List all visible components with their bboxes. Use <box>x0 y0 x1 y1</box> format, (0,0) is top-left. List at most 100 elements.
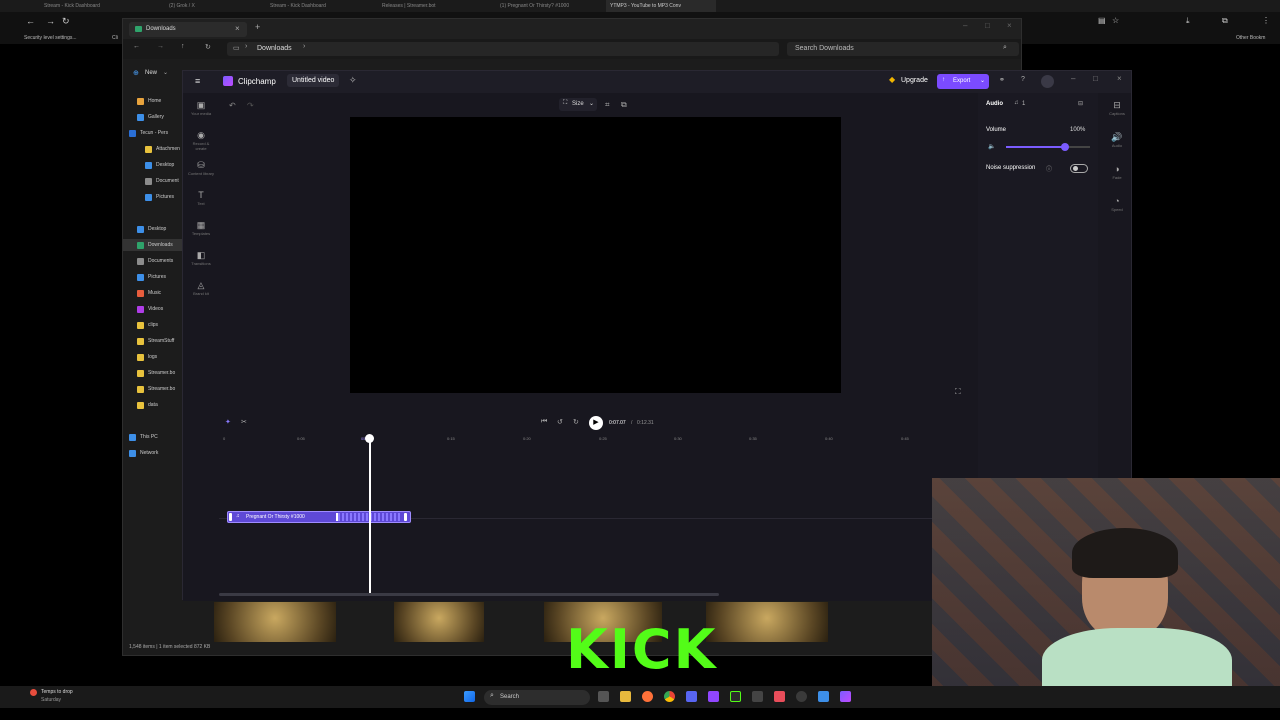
screenshot-icon[interactable]: ⧉ <box>621 100 627 110</box>
rail-item[interactable]: ⛁ Content library <box>187 159 215 187</box>
rail-item[interactable]: ▣ Your media <box>187 99 215 127</box>
firefox-icon[interactable] <box>642 691 653 702</box>
help-icon[interactable]: ? <box>1021 76 1025 83</box>
rail-item[interactable]: ◉ Record & create <box>187 129 215 157</box>
forward-icon[interactable]: → <box>46 16 55 26</box>
file-explorer-icon[interactable] <box>620 691 631 702</box>
bookmark-item[interactable]: Security level settings... <box>24 35 77 41</box>
property-rail-item[interactable]: ⊟ Captions <box>1103 99 1131 127</box>
chrome-icon[interactable] <box>664 691 675 702</box>
bookmark-star-icon[interactable]: ☆ <box>1112 16 1119 25</box>
forward-5s-icon[interactable]: ↻ <box>573 418 579 426</box>
volume-slider-handle[interactable] <box>1060 143 1069 151</box>
chevron-down-icon[interactable]: ⌄ <box>163 69 168 76</box>
split-icon[interactable]: ✂ <box>241 418 247 426</box>
rail-item[interactable]: T Text <box>187 189 215 217</box>
forward-icon[interactable]: → <box>157 43 164 50</box>
nav-item[interactable]: Streamer.bo <box>123 383 183 395</box>
close-tab-icon[interactable]: × <box>235 24 240 33</box>
nav-item[interactable]: clips <box>123 319 183 331</box>
skip-back-icon[interactable]: ⏮ <box>541 418 547 426</box>
nav-item[interactable]: Gallery <box>123 111 183 123</box>
nav-item[interactable]: Attachmen <box>123 143 183 155</box>
explorer-tab[interactable]: Downloads × <box>129 22 247 37</box>
timeline-scrollbar[interactable] <box>219 593 719 596</box>
crop-icon[interactable]: ⌗ <box>605 100 610 110</box>
nav-item[interactable]: Desktop <box>123 159 183 171</box>
speaker-icon[interactable]: 🔈 <box>988 143 995 150</box>
obs-icon[interactable] <box>796 691 807 702</box>
task-view-icon[interactable] <box>598 691 609 702</box>
noise-suppression-toggle[interactable] <box>1070 164 1088 173</box>
browser-tab[interactable]: Stream - Kick Dashboard <box>266 0 356 12</box>
info-icon[interactable]: ⓘ <box>1046 164 1052 173</box>
extension-puzzle-icon[interactable]: ⧉ <box>1222 16 1228 26</box>
browser-tab-active[interactable]: YTMP3 - YouTube to MP3 Conv <box>606 0 716 12</box>
rail-item[interactable]: ◧ Transitions <box>187 249 215 277</box>
magic-select-icon[interactable]: ✦ <box>225 418 231 426</box>
back-icon[interactable]: ← <box>133 43 140 50</box>
panel-collapse-icon[interactable]: ⊟ <box>1078 100 1083 107</box>
nav-item[interactable]: logs <box>123 351 183 363</box>
close-icon[interactable]: × <box>1007 21 1012 30</box>
start-icon[interactable] <box>464 691 475 702</box>
project-title-field[interactable]: Untitled video <box>287 74 340 87</box>
clip-trim-handle-left[interactable] <box>229 513 232 521</box>
browser-tab[interactable]: Stream - Kick Dashboard <box>40 0 128 12</box>
redo-icon[interactable]: ↷ <box>247 101 254 110</box>
nav-item[interactable]: Network <box>123 447 183 459</box>
nav-item[interactable]: Tecun - Pers <box>123 127 183 139</box>
browser-tab[interactable]: (1) Pregnant Or Thirsty? #1000 <box>496 0 596 12</box>
volume-slider[interactable] <box>1006 143 1090 151</box>
rail-item[interactable]: ▦ Templates <box>187 219 215 247</box>
refresh-icon[interactable]: ↻ <box>205 43 211 51</box>
menu-icon[interactable]: ⋮ <box>1262 16 1270 25</box>
new-button[interactable]: New <box>145 70 157 76</box>
nav-item[interactable]: Documents <box>123 255 183 267</box>
terminal-icon[interactable] <box>730 691 741 702</box>
nav-item[interactable]: This PC <box>123 431 183 443</box>
nav-item[interactable]: Document <box>123 175 183 187</box>
maximize-icon[interactable]: □ <box>985 21 990 30</box>
playhead[interactable] <box>369 438 371 594</box>
nav-item[interactable]: Pictures <box>123 271 183 283</box>
nav-item[interactable]: StreamStuff <box>123 335 183 347</box>
search-box[interactable]: Search Downloads ⌕ <box>787 42 1019 56</box>
app-icon[interactable] <box>818 691 829 702</box>
bookmark-item[interactable]: Cli <box>112 35 118 41</box>
play-button[interactable]: ▶ <box>589 416 603 430</box>
nav-item[interactable]: Streamer.bo <box>123 367 183 379</box>
maximize-icon[interactable]: □ <box>1093 74 1098 83</box>
clip-trim-handle-right[interactable] <box>404 513 407 521</box>
browser-tab[interactable]: (2) Grok / X <box>165 0 225 12</box>
discord-icon[interactable] <box>686 691 697 702</box>
property-rail-item[interactable]: 🔊 Audio <box>1103 131 1131 159</box>
audio-clip[interactable]: ♫ Pregnant Or Thirsty #1000 <box>227 511 411 523</box>
nav-item[interactable]: Desktop <box>123 223 183 235</box>
export-button[interactable]: ↑ Export ⌄ <box>937 74 989 89</box>
up-icon[interactable]: ↑ <box>181 43 185 50</box>
close-icon[interactable]: × <box>1117 74 1122 83</box>
hamburger-menu-icon[interactable]: ≡ <box>195 76 200 86</box>
taskbar-search[interactable]: ⌕ Search <box>484 690 590 705</box>
nav-item[interactable]: Videos <box>123 303 183 315</box>
app-icon[interactable] <box>708 691 719 702</box>
rail-item[interactable]: ◬ Brand kit <box>187 279 215 307</box>
rewind-5s-icon[interactable]: ↺ <box>557 418 563 426</box>
nav-item[interactable]: Downloads <box>123 239 183 251</box>
back-icon[interactable]: ← <box>26 16 35 26</box>
fullscreen-icon[interactable]: ⛶ <box>955 387 961 397</box>
nav-item[interactable]: Pictures <box>123 191 183 203</box>
browser-tab[interactable]: Releases | Streamer.bot <box>378 0 468 12</box>
property-rail-item[interactable]: ◑ Fade <box>1103 163 1131 191</box>
reload-icon[interactable]: ↻ <box>62 16 70 27</box>
download-icon[interactable]: ⤓ <box>1186 16 1190 26</box>
video-preview[interactable] <box>350 117 841 393</box>
avatar[interactable] <box>1041 75 1054 88</box>
weather-text[interactable]: Temps to drop <box>41 689 73 695</box>
clipchamp-taskbar-icon[interactable] <box>840 691 851 702</box>
other-bookmarks[interactable]: Other Bookm <box>1236 35 1265 41</box>
undo-icon[interactable]: ↶ <box>229 101 236 110</box>
address-field[interactable]: ▭ › Downloads › <box>227 42 779 56</box>
minimize-icon[interactable]: – <box>1071 74 1075 83</box>
